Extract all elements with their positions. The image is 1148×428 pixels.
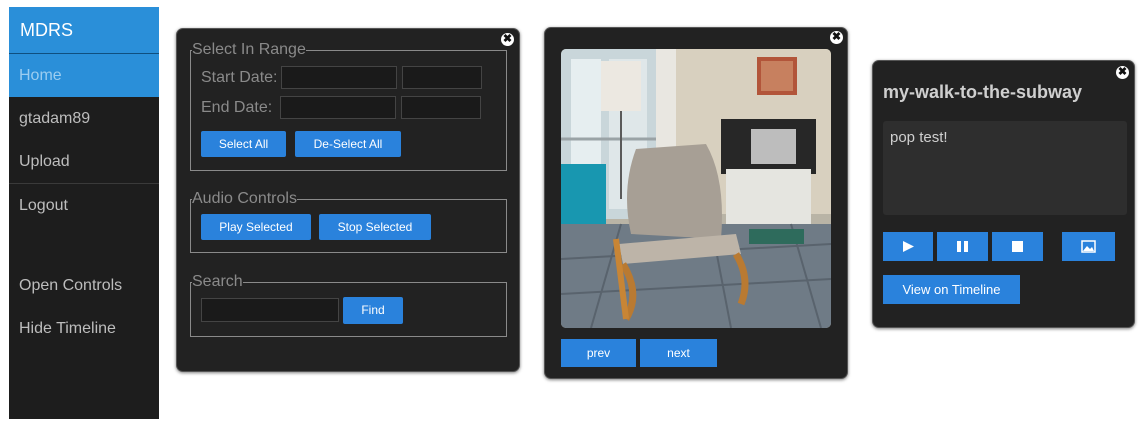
find-button[interactable]: Find: [343, 297, 403, 324]
card-title: my-walk-to-the-subway: [883, 82, 1083, 102]
range-legend: Select In Range: [192, 41, 306, 58]
nav-logout[interactable]: Logout: [9, 183, 159, 226]
play-icon: [903, 241, 914, 252]
image-icon: [1081, 240, 1096, 253]
nav-hide-timeline[interactable]: Hide Timeline: [9, 307, 159, 350]
photo-office-chair-icon: [561, 49, 831, 328]
image-viewer-panel: ✖ prev next: [544, 27, 848, 379]
recording-card: ✖ my-walk-to-the-subway pop test! View o…: [872, 60, 1135, 328]
prev-button[interactable]: prev: [561, 339, 636, 367]
controls-panel: ✖ Select In Range Start Date: End Date: …: [176, 28, 520, 372]
nav-home[interactable]: Home: [9, 54, 159, 97]
stop-selected-button[interactable]: Stop Selected: [319, 214, 431, 240]
search-legend: Search: [192, 273, 243, 290]
next-button[interactable]: next: [640, 339, 717, 367]
nav-user[interactable]: gtadam89: [9, 97, 159, 140]
select-all-button[interactable]: Select All: [201, 131, 286, 157]
start-date-label: Start Date:: [201, 69, 278, 86]
brand-logo[interactable]: MDRS: [9, 7, 159, 54]
view-on-timeline-button[interactable]: View on Timeline: [883, 275, 1020, 304]
pause-icon: [957, 241, 968, 252]
close-icon[interactable]: ✖: [830, 31, 843, 44]
deselect-all-button[interactable]: De-Select All: [295, 131, 401, 157]
start-time-input[interactable]: [402, 66, 482, 89]
nav-open-controls[interactable]: Open Controls: [9, 264, 159, 307]
image-button[interactable]: [1062, 232, 1115, 261]
end-date-input[interactable]: [280, 96, 396, 119]
stop-button[interactable]: [992, 232, 1043, 261]
search-input[interactable]: [201, 298, 339, 322]
play-selected-button[interactable]: Play Selected: [201, 214, 311, 240]
end-date-label: End Date:: [201, 99, 273, 116]
play-button[interactable]: [883, 232, 933, 261]
start-date-input[interactable]: [281, 66, 397, 89]
pause-button[interactable]: [937, 232, 988, 261]
stop-icon: [1012, 241, 1023, 252]
sidebar: MDRS Home gtadam89 Upload Logout Open Co…: [9, 7, 159, 419]
photo-image[interactable]: [561, 49, 831, 328]
nav-upload[interactable]: Upload: [9, 140, 159, 183]
card-note: pop test!: [883, 121, 1127, 215]
audio-legend: Audio Controls: [192, 190, 297, 207]
end-time-input[interactable]: [401, 96, 481, 119]
close-icon[interactable]: ✖: [1116, 66, 1129, 79]
